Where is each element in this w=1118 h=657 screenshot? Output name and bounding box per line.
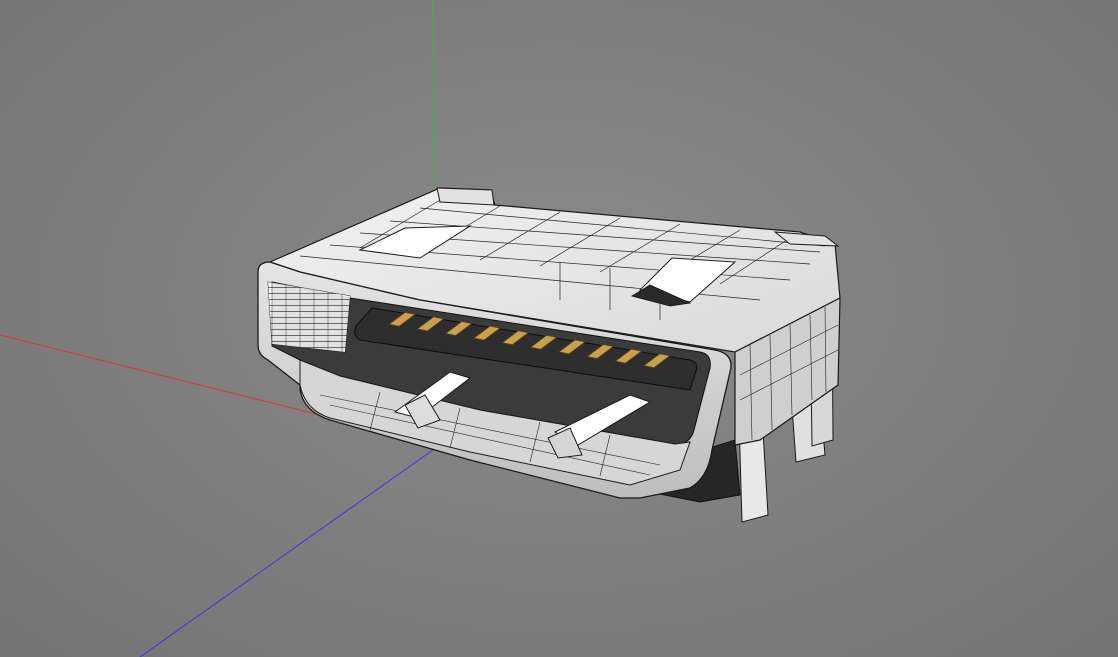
z-axis-line [139, 444, 441, 657]
3d-viewport[interactable] [0, 0, 1118, 657]
scene-canvas[interactable] [0, 0, 1118, 657]
